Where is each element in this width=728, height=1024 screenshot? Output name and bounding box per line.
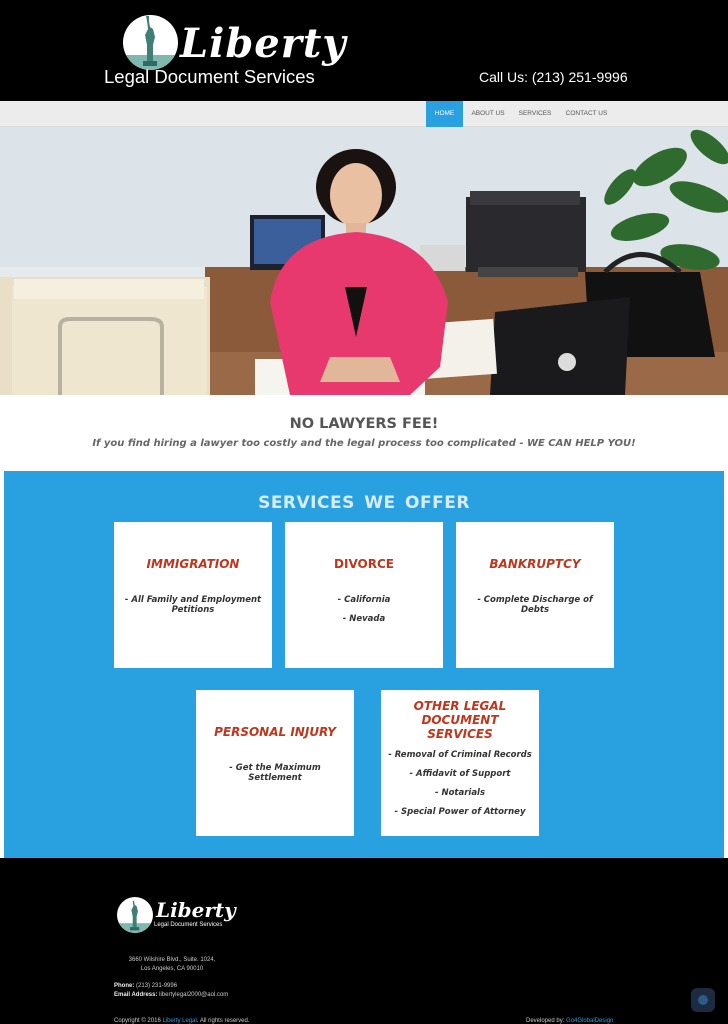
footer-email-value[interactable]: libertylegal2000@aol.com: [159, 992, 228, 998]
copyright-suffix: . All rights reserved.: [196, 1018, 250, 1024]
service-card-divorce[interactable]: DIVORCE - California - Nevada: [285, 522, 443, 668]
intro-title: NO LAWYERS FEE!: [289, 416, 439, 432]
footer-brand-tagline: Legal Document Services: [154, 922, 223, 928]
card-title: DIVORCE: [334, 557, 394, 571]
services-title: SERVICES WE OFFER: [258, 493, 470, 513]
card-item: - Removal of Criminal Records: [388, 750, 532, 760]
footer-developed-by: Developed by: Go4GlobalDesign: [526, 1018, 613, 1024]
card-item: - Nevada: [342, 614, 386, 624]
card-title: OTHER LEGAL DOCUMENT SERVICES: [413, 699, 507, 741]
card-item: - Special Power of Attorney: [394, 807, 526, 817]
main-nav: HOME ABOUT US SERVICES CONTACT US: [0, 101, 728, 127]
card-item: - Affidavit of Support: [409, 769, 511, 779]
card-item: - Complete Discharge of Debts: [477, 595, 593, 615]
brand-name[interactable]: Liberty: [180, 20, 347, 67]
site-footer: Liberty Legal Document Services 3660 Wil…: [0, 858, 728, 1024]
footer-address-line2: Los Angeles, CA 90010: [140, 966, 204, 972]
office-scene-image: [0, 127, 728, 395]
footer-phone-value[interactable]: (213) 231-9996: [136, 983, 177, 989]
site-header: Liberty Legal Document Services Call Us:…: [0, 0, 728, 101]
card-item: - Notarials: [434, 788, 486, 798]
copyright-link[interactable]: Liberty Legal: [162, 1018, 196, 1024]
service-card-bankruptcy[interactable]: BANKRUPTCY - Complete Discharge of Debts: [456, 522, 614, 668]
statue-of-liberty-logo-icon[interactable]: [123, 15, 178, 70]
call-us-phone[interactable]: Call Us: (213) 251-9996: [479, 69, 628, 85]
card-title: BANKRUPTCY: [489, 557, 581, 571]
footer-phone-label: Phone:: [114, 983, 135, 989]
brand-tagline: Legal Document Services: [104, 66, 315, 87]
footer-brand-name[interactable]: Liberty: [156, 898, 236, 922]
hero-photo: [0, 127, 728, 395]
nav-about-us[interactable]: ABOUT US: [468, 101, 508, 127]
service-card-other-legal[interactable]: OTHER LEGAL DOCUMENT SERVICES - Removal …: [381, 690, 539, 836]
developed-prefix: Developed by:: [526, 1018, 565, 1024]
intro-subtitle: If you find hiring a lawyer too costly a…: [92, 438, 636, 449]
card-title: IMMIGRATION: [146, 557, 240, 571]
footer-address-line1: 3660 Wilshire Blvd., Suite. 1024,: [128, 957, 216, 963]
chat-icon: [698, 995, 708, 1005]
footer-email-label: Email Address:: [114, 992, 158, 998]
card-item: - All Family and Employment Petitions: [124, 595, 262, 615]
card-item: - Get the Maximum Settlement: [229, 763, 321, 783]
developer-link[interactable]: Go4GlobalDesign: [566, 1018, 613, 1024]
footer-email: Email Address: libertylegal2000@aol.com: [114, 992, 228, 998]
nav-services[interactable]: SERVICES: [515, 101, 555, 127]
service-card-immigration[interactable]: IMMIGRATION - All Family and Employment …: [114, 522, 272, 668]
copyright-prefix: Copyright © 2016: [114, 1018, 161, 1024]
footer-phone: Phone: (213) 231-9996: [114, 983, 177, 989]
service-card-personal-injury[interactable]: PERSONAL INJURY - Get the Maximum Settle…: [196, 690, 354, 836]
statue-of-liberty-logo-icon[interactable]: [117, 897, 153, 933]
services-section: SERVICES WE OFFER IMMIGRATION - All Fami…: [4, 471, 724, 858]
footer-copyright: Copyright © 2016 Liberty Legal. All righ…: [114, 1018, 250, 1024]
card-item: - California: [337, 595, 391, 605]
nav-contact-us[interactable]: CONTACT US: [562, 101, 611, 127]
card-title: PERSONAL INJURY: [214, 725, 336, 739]
nav-home[interactable]: HOME: [426, 101, 463, 127]
scroll-to-top-button[interactable]: [691, 988, 715, 1012]
